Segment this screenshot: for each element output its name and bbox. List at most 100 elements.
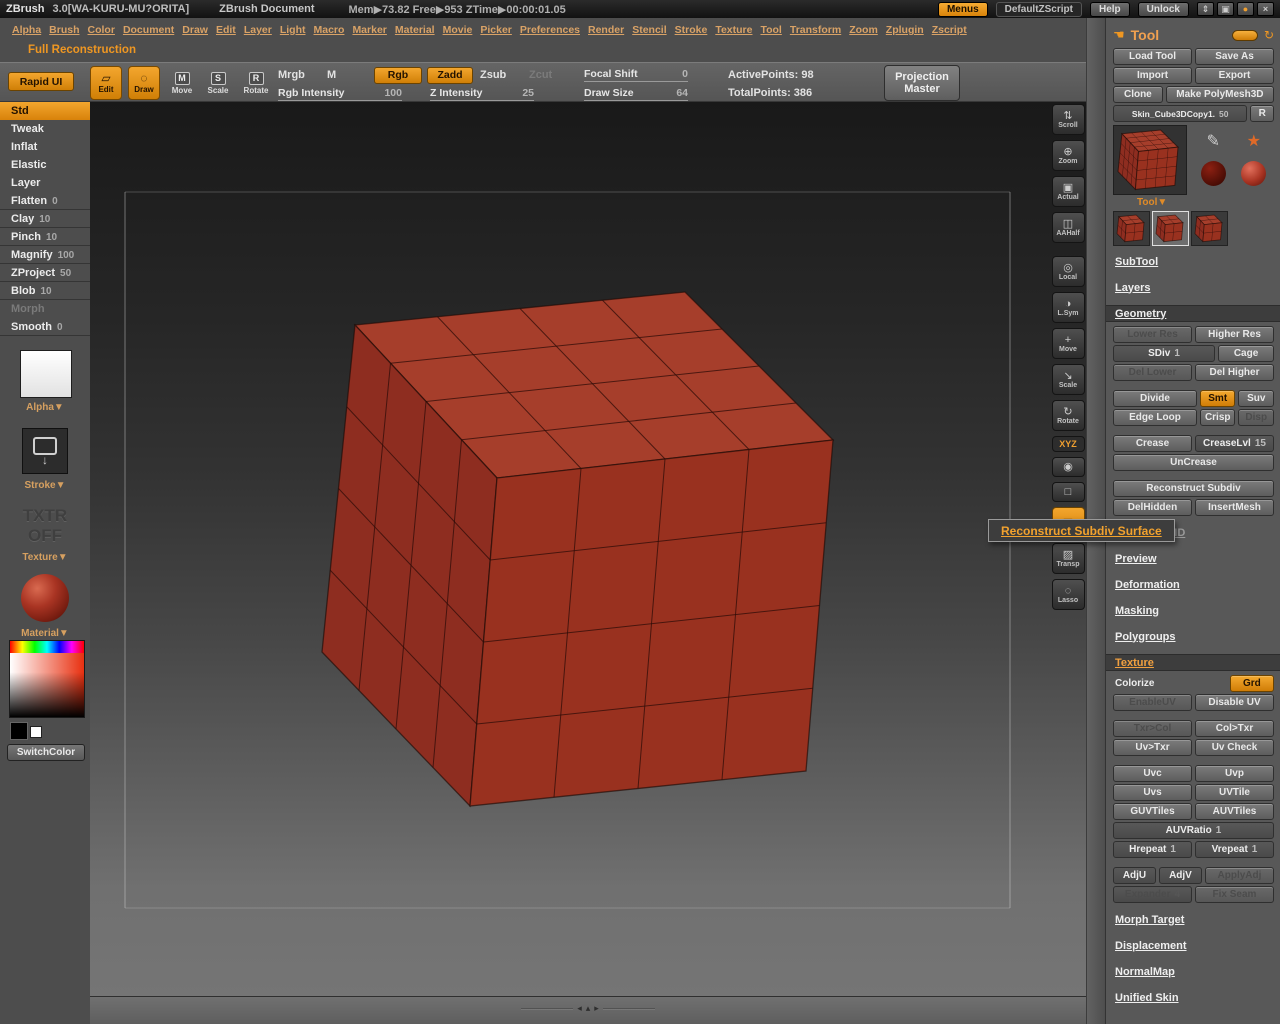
brush-layer[interactable]: Layer — [0, 174, 90, 192]
menu-edit[interactable]: Edit — [216, 24, 236, 36]
geometry-cage[interactable]: Cage — [1218, 345, 1274, 362]
texture-fix-seam[interactable]: Fix Seam — [1195, 886, 1274, 903]
alpha-selector[interactable]: Alpha▼ — [0, 402, 90, 413]
menu-zplugin[interactable]: Zplugin — [886, 24, 924, 36]
draw-size-slider[interactable]: Draw Size 64 — [584, 87, 688, 101]
section-masking[interactable]: Masking — [1113, 602, 1274, 619]
material-selector[interactable]: Material▼ — [0, 628, 90, 639]
geometry-higher-res[interactable]: Higher Res — [1195, 326, 1274, 343]
menu-macro[interactable]: Macro — [314, 24, 345, 36]
brush-zproject[interactable]: ZProject 50 — [0, 264, 90, 282]
help-button[interactable]: Help — [1089, 1, 1130, 17]
switch-color-button[interactable]: SwitchColor — [7, 744, 85, 761]
brush-tweak[interactable]: Tweak — [0, 120, 90, 138]
palette-toggle[interactable] — [1231, 29, 1258, 41]
menu-light[interactable]: Light — [280, 24, 306, 36]
z-intensity-slider[interactable]: Z Intensity 25 — [430, 87, 534, 101]
section-geometry[interactable]: Geometry — [1106, 305, 1280, 322]
star-tool-icon[interactable]: ★ — [1247, 131, 1261, 151]
stroke-thumbnail[interactable]: ↓ — [22, 428, 68, 474]
nav-move-button[interactable]: + Move — [1051, 328, 1085, 359]
geometry-disp[interactable]: Disp — [1238, 409, 1275, 426]
zcut-button[interactable]: Zcut — [529, 69, 552, 81]
scale-button[interactable]: S Scale — [202, 66, 234, 100]
section-subtool[interactable]: SubTool — [1113, 253, 1274, 270]
geometry-crease[interactable]: Crease — [1113, 435, 1192, 452]
menu-transform[interactable]: Transform — [790, 24, 841, 36]
brush-morph[interactable]: Morph — [0, 300, 90, 318]
geometry-smt[interactable]: Smt — [1199, 390, 1236, 407]
record-icon[interactable]: ● — [1237, 2, 1254, 16]
texture-expander[interactable]: Expander 4 — [1113, 886, 1192, 903]
geometry-creaselvl[interactable]: CreaseLvl 15 — [1195, 435, 1274, 452]
texture-applyadj[interactable]: ApplyAdj — [1204, 867, 1274, 884]
hue-strip[interactable] — [10, 641, 84, 653]
move-button[interactable]: M Move — [166, 66, 198, 100]
nav-scale-button[interactable]: ↘ Scale — [1051, 364, 1085, 395]
material-thumbnail[interactable] — [21, 574, 69, 622]
section-layers[interactable]: Layers — [1113, 279, 1274, 296]
recent-tool-3[interactable] — [1191, 211, 1228, 246]
nav-rotate-button[interactable]: ↻ Rotate — [1051, 400, 1085, 431]
menu-render[interactable]: Render — [588, 24, 624, 36]
sphere-tool-icon-bright[interactable] — [1241, 160, 1267, 186]
scroll-left-icon[interactable]: ◂ — [577, 1003, 582, 1014]
geometry-del-lower[interactable]: Del Lower — [1113, 364, 1192, 381]
tool-import[interactable]: Import — [1113, 67, 1192, 84]
geometry-suv[interactable]: Suv — [1238, 390, 1275, 407]
texture-col-txr[interactable]: Col>Txr — [1195, 720, 1274, 737]
edit-button[interactable]: ▱ Edit — [90, 66, 122, 100]
texture-auvratio[interactable]: AUVRatio 1 — [1113, 822, 1274, 839]
texture-uvs[interactable]: Uvs — [1113, 784, 1192, 801]
rotate-button[interactable]: R Rotate — [240, 66, 272, 100]
texture-uv-txr[interactable]: Uv>Txr — [1113, 739, 1192, 756]
menu-draw[interactable]: Draw — [182, 24, 208, 36]
texture-uvc[interactable]: Uvc — [1113, 765, 1192, 782]
tool-skin-cube3dcopy1[interactable]: Skin_Cube3DCopy1. 50 — [1113, 105, 1248, 122]
menu-brush[interactable]: Brush — [49, 24, 79, 36]
stroke-selector[interactable]: Stroke▼ — [0, 480, 90, 491]
scroll-up-icon[interactable]: ▴ — [586, 1003, 591, 1014]
brush-blob[interactable]: Blob 10 — [0, 282, 90, 300]
geometry-edge-loop[interactable]: Edge Loop — [1113, 409, 1197, 426]
tool-export[interactable]: Export — [1195, 67, 1274, 84]
brush-clay[interactable]: Clay 10 — [0, 210, 90, 228]
section-normalmap[interactable]: NormalMap — [1113, 963, 1274, 980]
refresh-icon[interactable]: ↻ — [1264, 28, 1274, 42]
brush-magnify[interactable]: Magnify 100 — [0, 246, 90, 264]
geometry-crisp[interactable]: Crisp — [1199, 409, 1236, 426]
tool-load-tool[interactable]: Load Tool — [1113, 48, 1192, 65]
texture-selector[interactable]: Texture▼ — [0, 552, 90, 563]
geometry-sdiv[interactable]: SDiv 1 — [1113, 345, 1216, 362]
geometry-insertmesh[interactable]: InsertMesh — [1195, 499, 1274, 516]
nav-lasso-button[interactable]: ◌ Lasso — [1051, 579, 1085, 610]
tool-make-polymesh3d[interactable]: Make PolyMesh3D — [1165, 86, 1274, 103]
menu-marker[interactable]: Marker — [352, 24, 386, 36]
tool-save-as[interactable]: Save As — [1195, 48, 1274, 65]
rgb-button[interactable]: Rgb — [374, 67, 422, 84]
texture-disable-uv[interactable]: Disable UV — [1195, 694, 1274, 711]
section-texture[interactable]: Texture — [1106, 654, 1280, 671]
texture-grd[interactable]: Grd — [1229, 675, 1274, 692]
menus-button[interactable]: Menus — [937, 1, 988, 17]
rapid-ui-button[interactable]: Rapid UI — [8, 72, 74, 91]
geometry-divide[interactable]: Divide — [1113, 390, 1197, 407]
texture-adju[interactable]: AdjU — [1113, 867, 1156, 884]
nav-local-button[interactable]: ◎ Local — [1051, 256, 1085, 287]
recent-tool-2-selected[interactable] — [1152, 211, 1189, 246]
texture-auvtiles[interactable]: AUVTiles — [1195, 803, 1274, 820]
recent-tool-1[interactable] — [1113, 211, 1150, 246]
brush-flatten[interactable]: Flatten 0 — [0, 192, 90, 210]
focal-shift-slider[interactable]: Focal Shift 0 — [584, 68, 688, 82]
collapse-icon[interactable]: ⇕ — [1197, 2, 1214, 16]
tool-r[interactable]: R — [1250, 105, 1274, 122]
menu-tool[interactable]: Tool — [760, 24, 781, 36]
texture-uvp[interactable]: Uvp — [1195, 765, 1274, 782]
nav-transp-button[interactable]: ▨ Transp — [1051, 543, 1085, 574]
default-zscript-button[interactable]: DefaultZScript — [995, 1, 1082, 17]
section-deformation[interactable]: Deformation — [1113, 576, 1274, 593]
menu-alpha[interactable]: Alpha — [12, 24, 41, 36]
active-tool-thumbnail[interactable] — [1113, 125, 1187, 195]
section-polygroups[interactable]: Polygroups — [1113, 628, 1274, 645]
menu-picker[interactable]: Picker — [480, 24, 512, 36]
